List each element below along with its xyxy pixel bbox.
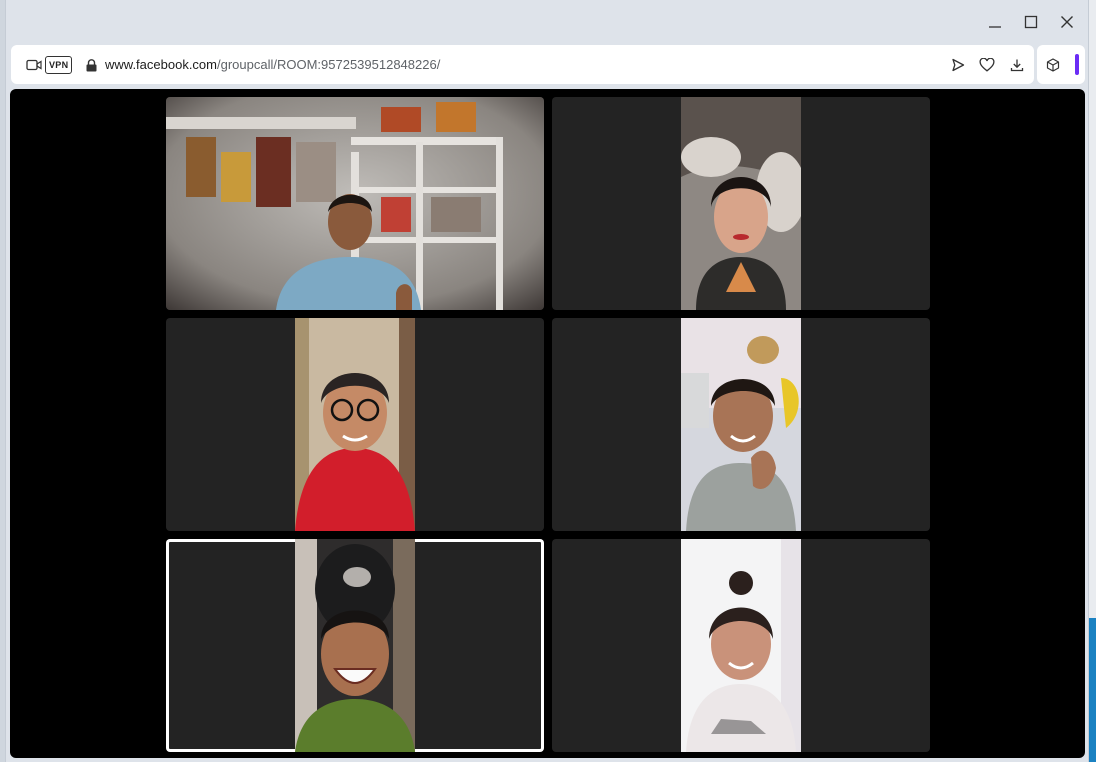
camera-icon[interactable] bbox=[25, 55, 43, 75]
sidebar-accent bbox=[1075, 54, 1079, 75]
background-window-right bbox=[1088, 0, 1096, 762]
participant-video-tile[interactable] bbox=[166, 318, 544, 531]
lock-icon[interactable] bbox=[84, 55, 98, 75]
participant-video-tile-active[interactable] bbox=[166, 539, 544, 752]
participant-video-tile[interactable] bbox=[166, 97, 544, 310]
download-icon[interactable] bbox=[1008, 55, 1026, 75]
video-feed bbox=[681, 318, 801, 531]
group-call-view bbox=[10, 89, 1085, 758]
participant-video-tile[interactable] bbox=[552, 539, 930, 752]
maximize-icon bbox=[1024, 15, 1038, 29]
box-icon[interactable] bbox=[1044, 55, 1062, 75]
minimize-icon bbox=[989, 26, 1001, 28]
close-button[interactable] bbox=[1053, 10, 1081, 34]
heart-icon[interactable] bbox=[978, 55, 996, 75]
url-text[interactable]: www.facebook.com/groupcall/ROOM:95725395… bbox=[105, 57, 440, 72]
url-path: /groupcall/ROOM:9572539512848226/ bbox=[217, 57, 441, 72]
video-feed bbox=[166, 97, 544, 310]
video-feed bbox=[295, 539, 415, 752]
browser-window: VPN www.facebook.com/groupcall/ROOM:9572… bbox=[5, 0, 1089, 762]
video-feed bbox=[681, 539, 801, 752]
background-window-strip bbox=[1088, 618, 1096, 762]
participant-video-tile[interactable] bbox=[552, 97, 930, 310]
video-feed bbox=[681, 97, 801, 310]
url-host: www.facebook.com bbox=[105, 57, 217, 72]
vpn-badge[interactable]: VPN bbox=[45, 56, 73, 74]
video-feed bbox=[295, 318, 415, 531]
minimize-button[interactable] bbox=[981, 10, 1009, 34]
send-icon[interactable] bbox=[949, 55, 967, 75]
participant-video-tile[interactable] bbox=[552, 318, 930, 531]
maximize-button[interactable] bbox=[1017, 10, 1045, 34]
close-icon bbox=[1061, 16, 1073, 28]
address-bar[interactable]: VPN www.facebook.com/groupcall/ROOM:9572… bbox=[11, 45, 1034, 84]
title-bar bbox=[6, 0, 1088, 44]
